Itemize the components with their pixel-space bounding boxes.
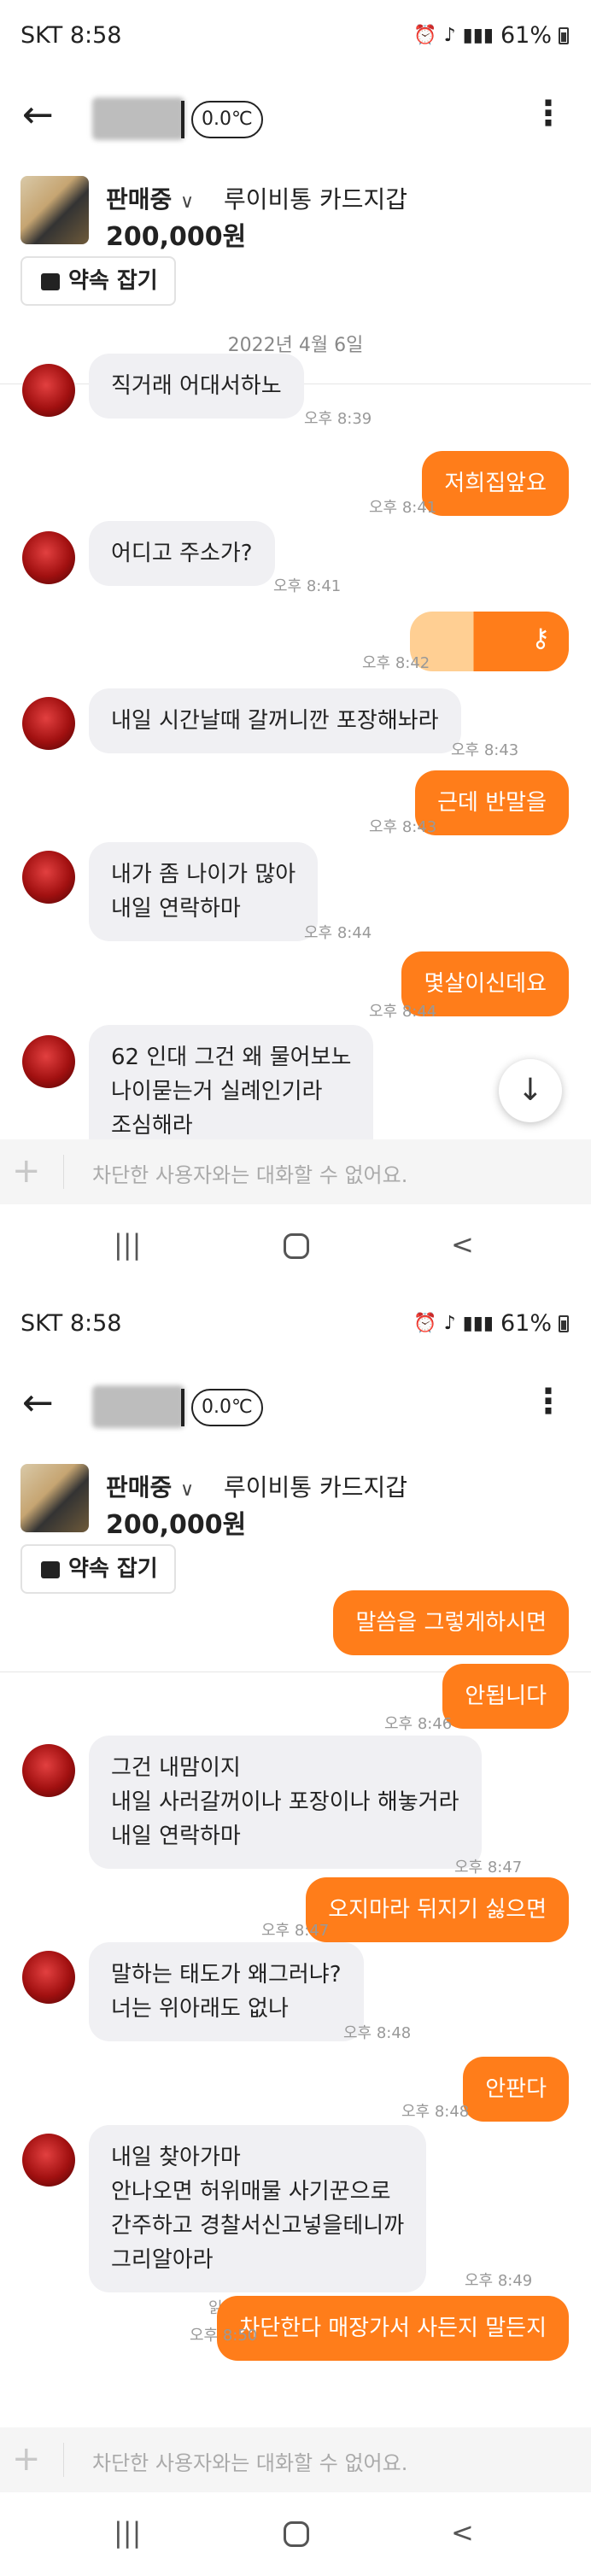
avatar[interactable] <box>22 1744 75 1797</box>
message-input-bar: + 차단한 사용자와는 대화할 수 없어요. <box>0 2427 591 2492</box>
avatar[interactable] <box>22 364 75 417</box>
android-nav-bar: ||| < <box>0 1204 591 1288</box>
battery-text: 61% <box>500 1310 552 1337</box>
scroll-down-button[interactable]: ↓ <box>499 1059 562 1122</box>
manner-temperature-badge: 0.0℃ <box>191 1389 263 1426</box>
chevron-down-icon: ∨ <box>180 191 195 213</box>
battery-icon <box>559 1314 569 1332</box>
message-bubble-incoming: 62 인대 그건 왜 물어보노 나이묻는거 실례인기라 조심해라 <box>89 1025 374 1158</box>
chat-screenshot-1: SKT 8:58 ⏰ ♪ ▮▮▮ 61% ← 0.0℃ ⋮ 판매중 ∨ 루이비통… <box>0 0 591 1288</box>
message-time: 오후 8:48 <box>401 2103 470 2121</box>
avatar[interactable] <box>22 1951 75 2004</box>
product-name: 루이비통 카드지갑 <box>224 1473 407 1502</box>
message-input-bar: + 차단한 사용자와는 대화할 수 없어요. <box>0 1139 591 1204</box>
alarm-icon: ⏰ <box>413 1313 437 1334</box>
chat-screenshot-2: SKT 8:58 ⏰ ♪ ▮▮▮ 61% ← 0.0℃ ⋮ 판매중 ∨ 루이비통… <box>0 1288 591 2576</box>
message-time: 오후 8:39 <box>304 410 372 428</box>
carrier-time: SKT 8:58 <box>20 1310 122 1337</box>
message-bubble-incoming: 직거래 어대서하노 <box>89 354 304 419</box>
message-time: 오후 8:43 <box>369 818 437 836</box>
message-bubble-outgoing: 안판다 <box>463 2057 569 2122</box>
avatar[interactable] <box>22 851 75 904</box>
battery-icon <box>559 26 569 44</box>
sale-status-dropdown[interactable]: 판매중 ∨ <box>106 181 194 215</box>
product-price: 200,000원 <box>106 1510 247 1540</box>
message-bubble-incoming: 어디고 주소가? <box>89 521 275 586</box>
plus-icon[interactable]: + <box>12 1150 41 1192</box>
message-bubble-incoming: 내가 좀 나이가 많아 내일 연락하마 <box>89 842 319 941</box>
message-input-disabled[interactable]: 차단한 사용자와는 대화할 수 없어요. <box>92 1158 407 1188</box>
message-bubble-outgoing: 말씀을 그렇게하시면 <box>333 1590 569 1655</box>
message-bubble-outgoing: 오지마라 뒤지기 싫으면 <box>306 1877 569 1942</box>
message-time: 오후 8:41 <box>273 577 342 595</box>
message-time: 오후 8:46 <box>384 1715 453 1733</box>
message-time: 오후 8:44 <box>369 1003 437 1021</box>
make-appointment-button[interactable]: 약속 잡기 <box>20 1544 176 1594</box>
date-separator: 2022년 4월 6일 <box>227 335 364 356</box>
status-bar: SKT 8:58 ⏰ ♪ ▮▮▮ 61% <box>0 0 591 75</box>
message-time: 오후 8:42 <box>362 654 430 672</box>
calendar-icon <box>41 1561 60 1578</box>
message-time: 오후 8:41 <box>369 499 437 517</box>
product-price: 200,000원 <box>106 222 247 252</box>
message-bubble-incoming: 그건 내맘이지 내일 사러갈꺼이나 포장이나 해놓거라 내일 연락하마 <box>89 1736 482 1869</box>
message-bubble-incoming: 내일 시간날때 갈꺼니깐 포장해놔라 <box>89 688 461 753</box>
status-bar: SKT 8:58 ⏰ ♪ ▮▮▮ 61% <box>0 1288 591 1363</box>
blurred-username <box>92 97 184 140</box>
android-nav-bar: ||| < <box>0 2492 591 2576</box>
back-arrow-icon[interactable]: ← <box>22 94 54 137</box>
battery-text: 61% <box>500 22 552 49</box>
message-bubble-outgoing: 안됩니다 <box>442 1664 569 1729</box>
message-input-disabled[interactable]: 차단한 사용자와는 대화할 수 없어요. <box>92 2446 407 2476</box>
avatar[interactable] <box>22 531 75 584</box>
message-bubble-outgoing: 근데 반말을 <box>415 770 569 835</box>
more-options-icon[interactable]: ⋮ <box>531 1382 565 1421</box>
manner-temperature-badge: 0.0℃ <box>191 101 263 138</box>
message-bubble-outgoing: 저희집앞요 <box>422 451 569 516</box>
avatar[interactable] <box>22 697 75 750</box>
message-time: 오후 8:44 <box>304 924 372 942</box>
chat-header: ← 0.0℃ ⋮ <box>0 1363 591 1449</box>
image-message[interactable]: ⚷ <box>410 612 569 671</box>
chat-header: ← 0.0℃ ⋮ <box>0 75 591 161</box>
signal-icon: ▮▮▮ <box>462 25 494 46</box>
message-time: 오후 8:49 <box>465 2272 533 2290</box>
recent-apps-button[interactable]: ||| <box>114 2516 141 2549</box>
product-thumbnail[interactable] <box>20 176 89 244</box>
avatar[interactable] <box>22 1035 75 1088</box>
message-time: 오후 8:47 <box>261 1922 330 1940</box>
nav-back-button[interactable]: < <box>451 2516 474 2549</box>
signal-icon: ▮▮▮ <box>462 1313 494 1334</box>
back-arrow-icon[interactable]: ← <box>22 1382 54 1425</box>
message-time: 오후 8:48 <box>343 2024 412 2042</box>
message-bubble-incoming: 말하는 태도가 왜그러냐? 너는 위아래도 없나 <box>89 1942 364 2041</box>
nav-back-button[interactable]: < <box>451 1228 474 1261</box>
mute-icon: ♪ <box>443 1313 456 1334</box>
plus-icon[interactable]: + <box>12 2438 41 2480</box>
key-icon: ⚷ <box>531 624 550 653</box>
calendar-icon <box>41 273 60 290</box>
blurred-username <box>92 1385 184 1428</box>
carrier-time: SKT 8:58 <box>20 22 122 49</box>
make-appointment-button[interactable]: 약속 잡기 <box>20 256 176 306</box>
message-bubble-outgoing: 차단한다 매장가서 사든지 말든지 <box>217 2296 569 2361</box>
recent-apps-button[interactable]: ||| <box>114 1228 141 1261</box>
alarm-icon: ⏰ <box>413 25 437 46</box>
home-button[interactable] <box>284 1233 309 1259</box>
avatar[interactable] <box>22 2134 75 2187</box>
sale-status-dropdown[interactable]: 판매중 ∨ <box>106 1469 194 1503</box>
message-time: 오후 8:47 <box>454 1859 523 1876</box>
product-thumbnail[interactable] <box>20 1464 89 1532</box>
message-bubble-incoming: 내일 찾아가마 안나오면 허위매물 사기꾼으로 간주하고 경찰서신고넣을테니까 … <box>89 2125 427 2292</box>
product-name: 루이비통 카드지갑 <box>224 185 407 214</box>
home-button[interactable] <box>284 2521 309 2547</box>
more-options-icon[interactable]: ⋮ <box>531 94 565 133</box>
message-time: 오후 8:43 <box>451 741 519 759</box>
mute-icon: ♪ <box>443 25 456 46</box>
chevron-down-icon: ∨ <box>180 1479 195 1501</box>
message-time: 오후 8:50 <box>190 2327 258 2345</box>
